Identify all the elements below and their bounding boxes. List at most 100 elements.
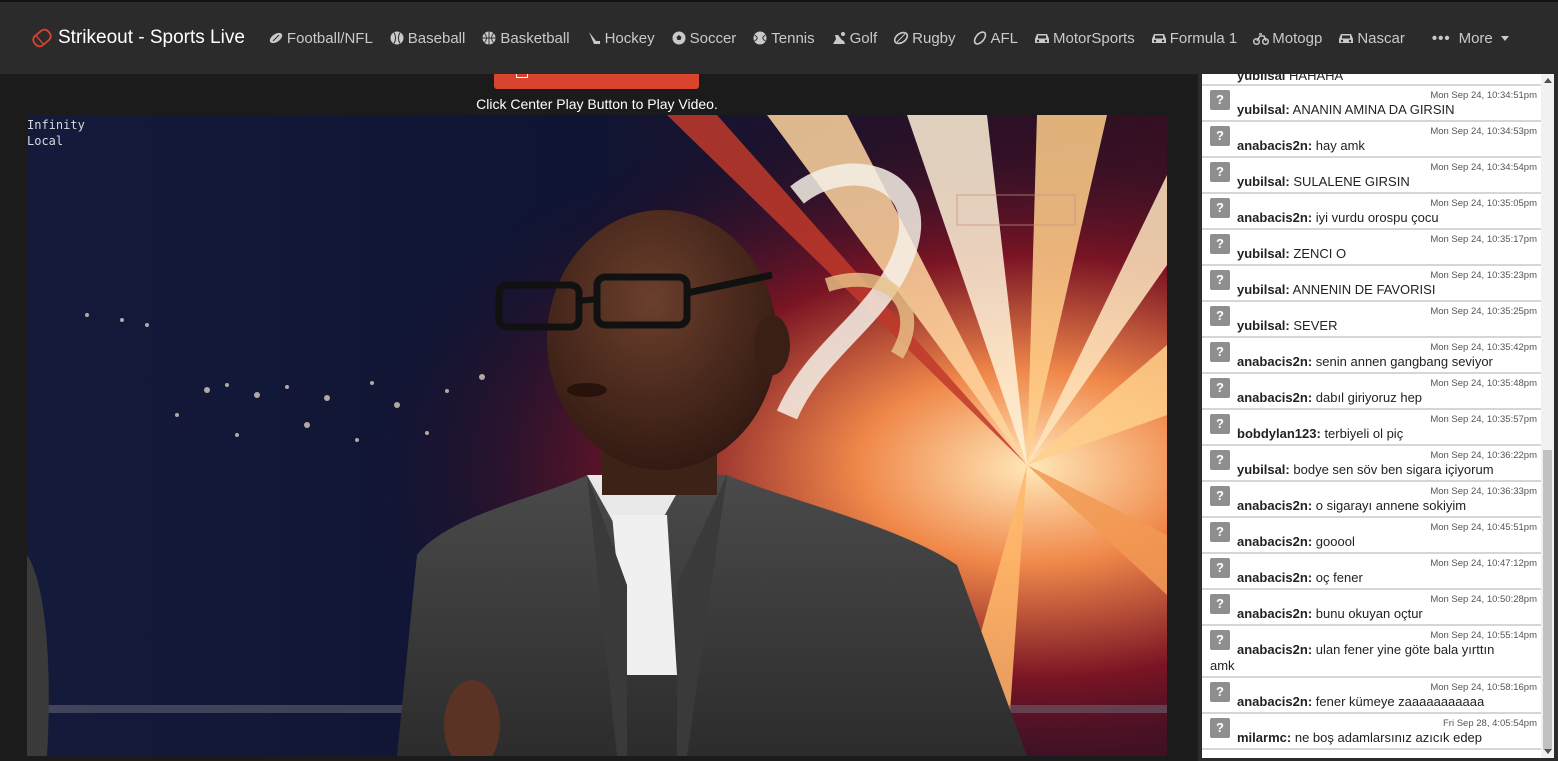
chat-message: ? Mon Sep 24, 10:36:33pm anabacis2n: o sig… bbox=[1202, 482, 1541, 518]
chat-user[interactable]: yubilsal: bbox=[1237, 174, 1290, 189]
user-avatar-icon[interactable]: ? bbox=[1210, 270, 1230, 290]
user-avatar-icon[interactable]: ? bbox=[1210, 486, 1230, 506]
chat-user[interactable]: yubilsal: bbox=[1237, 462, 1290, 477]
chat-message: ? Mon Sep 24, 10:58:16pm anabacis2n: fener… bbox=[1202, 678, 1541, 714]
chat-timestamp: Mon Sep 24, 10:36:33pm bbox=[1430, 486, 1537, 497]
user-avatar-icon[interactable]: ? bbox=[1210, 558, 1230, 578]
chat-text: ANNENIN DE FAVORISI bbox=[1292, 282, 1436, 297]
chat-text-continued: amk bbox=[1210, 658, 1235, 673]
nav-item-label: Formula 1 bbox=[1169, 29, 1238, 47]
hockey-icon bbox=[586, 30, 602, 46]
nav-item-baseball[interactable]: Baseball bbox=[389, 29, 466, 47]
nav-item-label: Basketball bbox=[500, 29, 570, 47]
chat-user[interactable]: yubilsal: bbox=[1237, 102, 1290, 117]
nav-item-label: Golf bbox=[849, 29, 878, 47]
chat-user[interactable]: anabacis2n: bbox=[1237, 570, 1312, 585]
strikeout-logo-icon bbox=[32, 28, 52, 48]
chat-timestamp: Mon Sep 24, 10:58:16pm bbox=[1430, 682, 1537, 693]
chat-text: HAHAHA bbox=[1289, 74, 1344, 83]
channel-watermark: Infinity Local bbox=[27, 118, 85, 148]
user-avatar-icon[interactable]: ? bbox=[1210, 450, 1230, 470]
top-navbar: Strikeout - Sports Live Football/NFL Base… bbox=[0, 0, 1558, 74]
chat-message: ? Mon Sep 24, 10:45:51pm anabacis2n: goooo… bbox=[1202, 518, 1541, 554]
scroll-down-icon[interactable] bbox=[1544, 749, 1552, 754]
chat-timestamp: Mon Sep 24, 10:34:54pm bbox=[1430, 162, 1537, 173]
chat-text: oç fener bbox=[1315, 570, 1363, 585]
chat-text: senin annen gangbang seviyor bbox=[1315, 354, 1493, 369]
chat-user[interactable]: anabacis2n: bbox=[1237, 606, 1312, 621]
chat-timestamp: Mon Sep 24, 10:35:23pm bbox=[1430, 270, 1537, 281]
chat-user[interactable]: yubilsal: bbox=[1237, 282, 1290, 297]
user-avatar-icon[interactable]: ? bbox=[1210, 378, 1230, 398]
user-avatar-icon[interactable]: ? bbox=[1210, 594, 1230, 614]
nav-item-nascar[interactable]: Nascar bbox=[1338, 30, 1405, 47]
video-player[interactable]: Infinity Local bbox=[27, 115, 1167, 756]
chat-timestamp: Mon Sep 24, 10:50:28pm bbox=[1430, 594, 1537, 605]
user-avatar-icon[interactable]: ? bbox=[1210, 90, 1230, 110]
chat-message: ? Mon Sep 24, 10:55:14pm anabacis2n: ulan … bbox=[1202, 626, 1541, 678]
chat-timestamp: Mon Sep 24, 10:35:42pm bbox=[1430, 342, 1537, 353]
user-avatar-icon[interactable]: ? bbox=[1210, 234, 1230, 254]
play-button-banner[interactable] bbox=[494, 74, 699, 89]
play-instruction: Click Center Play Button to Play Video. bbox=[476, 96, 718, 112]
brand-link[interactable]: Strikeout - Sports Live bbox=[30, 26, 245, 50]
nav-item-hockey[interactable]: Hockey bbox=[586, 30, 655, 47]
more-dropdown[interactable]: ••• More bbox=[1432, 30, 1509, 47]
user-avatar-icon[interactable]: ? bbox=[1210, 342, 1230, 362]
nav-item-football-nfl[interactable]: Football/NFL bbox=[268, 30, 373, 47]
user-avatar-icon[interactable]: ? bbox=[1210, 414, 1230, 434]
chat-message: ? Mon Sep 24, 10:36:22pm yubilsal: bodye s… bbox=[1202, 446, 1541, 482]
nav-item-golf[interactable]: Golf bbox=[831, 29, 878, 47]
chat-timestamp: Mon Sep 24, 10:55:14pm bbox=[1430, 630, 1537, 641]
chat-message: ? Mon Sep 24, 10:35:57pm bobdylan123: terb… bbox=[1202, 410, 1541, 446]
chat-message: ? Mon Sep 24, 10:35:17pm yubilsal: ZENCI O bbox=[1202, 230, 1541, 266]
chat-timestamp: Mon Sep 24, 10:35:48pm bbox=[1430, 378, 1537, 389]
user-avatar-icon[interactable]: ? bbox=[1210, 198, 1230, 218]
user-avatar-icon[interactable]: ? bbox=[1210, 718, 1230, 738]
chat-user[interactable]: anabacis2n: bbox=[1237, 642, 1312, 657]
chat-user[interactable]: anabacis2n: bbox=[1237, 694, 1312, 709]
chat-user[interactable]: anabacis2n: bbox=[1237, 138, 1312, 153]
user-avatar-icon[interactable]: ? bbox=[1210, 630, 1230, 650]
nav-item-label: Hockey bbox=[604, 29, 655, 47]
nav-item-basketball[interactable]: Basketball bbox=[481, 29, 570, 47]
chat-user[interactable]: anabacis2n: bbox=[1237, 498, 1312, 513]
chat-user[interactable]: anabacis2n: bbox=[1237, 354, 1312, 369]
user-avatar-icon[interactable]: ? bbox=[1210, 126, 1230, 146]
nav-item-label: Soccer bbox=[689, 29, 737, 47]
scroll-thumb[interactable] bbox=[1543, 450, 1552, 750]
chat-panel[interactable]: yubilsal HAHAHA ? Mon Sep 24, 10:34:51pm y… bbox=[1202, 74, 1541, 758]
chat-text: fener kümeye zaaaaaaaaaaa bbox=[1315, 694, 1485, 709]
chat-scrollbar[interactable] bbox=[1541, 74, 1554, 758]
basketball-icon bbox=[481, 30, 497, 46]
chat-text: SULALENE GIRSIN bbox=[1293, 174, 1410, 189]
nav-item-motorsports[interactable]: MotorSports bbox=[1034, 30, 1135, 47]
chat-user[interactable]: yubilsal: bbox=[1237, 318, 1290, 333]
chat-text: bodye sen söv ben sigara içiyorum bbox=[1293, 462, 1494, 477]
nav-item-rugby[interactable]: Rugby bbox=[893, 30, 956, 47]
golf-icon bbox=[831, 30, 847, 46]
user-avatar-icon[interactable]: ? bbox=[1210, 682, 1230, 702]
chat-user[interactable]: milarmc: bbox=[1237, 730, 1291, 745]
chat-user[interactable]: yubilsal: bbox=[1237, 246, 1290, 261]
chat-text: bunu okuyan oçtur bbox=[1315, 606, 1423, 621]
nav-item-afl[interactable]: AFL bbox=[972, 29, 1019, 47]
car-icon bbox=[1034, 30, 1050, 46]
nav-item-tennis[interactable]: Tennis bbox=[752, 30, 815, 47]
chat-user[interactable]: bobdylan123: bbox=[1237, 426, 1321, 441]
nav-item-formula-1[interactable]: Formula 1 bbox=[1151, 29, 1238, 47]
user-avatar-icon[interactable]: ? bbox=[1210, 522, 1230, 542]
nav-item-motogp[interactable]: Motogp bbox=[1253, 30, 1322, 47]
user-avatar-icon[interactable]: ? bbox=[1210, 306, 1230, 326]
chat-user[interactable]: anabacis2n: bbox=[1237, 534, 1312, 549]
nav-item-label: Baseball bbox=[407, 29, 466, 47]
user-avatar-icon[interactable]: ? bbox=[1210, 162, 1230, 182]
chat-user[interactable]: anabacis2n: bbox=[1237, 390, 1312, 405]
scroll-up-icon[interactable] bbox=[1544, 78, 1552, 83]
chat-user[interactable]: anabacis2n: bbox=[1237, 210, 1312, 225]
chat-text: ZENCI O bbox=[1293, 246, 1347, 261]
nav-item-soccer[interactable]: Soccer bbox=[671, 29, 737, 47]
chat-timestamp: Mon Sep 24, 10:35:17pm bbox=[1430, 234, 1537, 245]
chat-timestamp: Mon Sep 24, 10:36:22pm bbox=[1430, 450, 1537, 461]
nav-item-label: AFL bbox=[990, 29, 1019, 47]
